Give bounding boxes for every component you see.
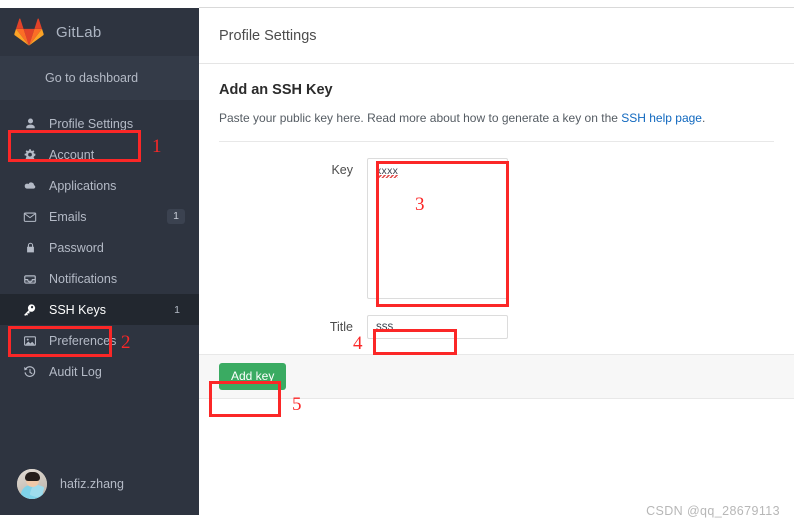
page-title: Profile Settings bbox=[219, 27, 317, 44]
sidebar-item-label: Account bbox=[49, 147, 95, 162]
section-description-text: Paste your public key here. Read more ab… bbox=[219, 111, 622, 125]
key-input-value: xxxx bbox=[376, 164, 399, 178]
brand-header[interactable]: GitLab bbox=[0, 8, 199, 56]
top-border-line bbox=[199, 7, 794, 8]
sidebar-item-password[interactable]: Password bbox=[0, 232, 199, 263]
sidebar-item-emails[interactable]: Emails 1 bbox=[0, 201, 199, 232]
user-icon bbox=[22, 116, 38, 132]
sidebar-item-label: Notifications bbox=[49, 271, 118, 286]
section-description: Paste your public key here. Read more ab… bbox=[219, 110, 774, 127]
sidebar-item-label: Password bbox=[49, 240, 104, 255]
key-label: Key bbox=[331, 162, 353, 177]
page-header: Profile Settings bbox=[199, 8, 794, 64]
add-key-button[interactable]: Add key bbox=[219, 362, 287, 391]
sidebar-item-preferences[interactable]: Preferences bbox=[0, 325, 199, 356]
sidebar-item-audit-log[interactable]: Audit Log bbox=[0, 356, 199, 387]
title-label: Title bbox=[329, 319, 353, 334]
inbox-icon bbox=[22, 271, 38, 287]
sidebar-item-label: Profile Settings bbox=[49, 116, 134, 131]
emails-count-badge: 1 bbox=[167, 209, 185, 224]
envelope-icon bbox=[22, 209, 38, 225]
ssh-keys-count: 1 bbox=[174, 303, 180, 316]
add-ssh-key-form: Key xxxx Title Add key bbox=[199, 142, 794, 399]
section-description-tail: . bbox=[701, 111, 706, 125]
sidebar: GitLab Go to dashboard Profile Settings … bbox=[0, 8, 199, 515]
sidebar-item-profile-settings[interactable]: Profile Settings bbox=[0, 108, 199, 139]
lock-icon bbox=[22, 240, 38, 256]
go-to-dashboard-label: Go to dashboard bbox=[45, 71, 139, 85]
sidebar-item-applications[interactable]: Applications bbox=[0, 170, 199, 201]
title-input[interactable] bbox=[367, 314, 508, 339]
section-title: Add an SSH Key bbox=[219, 82, 333, 98]
sidebar-item-notifications[interactable]: Notifications bbox=[0, 263, 199, 294]
sidebar-nav: Profile Settings Account Applications Em… bbox=[0, 100, 199, 387]
key-icon bbox=[22, 302, 38, 318]
go-to-dashboard-link[interactable]: Go to dashboard bbox=[0, 56, 199, 100]
app-window: GitLab Go to dashboard Profile Settings … bbox=[0, 0, 794, 524]
sidebar-item-label: SSH Keys bbox=[49, 302, 106, 317]
gear-icon bbox=[22, 147, 38, 163]
brand-name: GitLab bbox=[56, 23, 102, 41]
cloud-icon bbox=[22, 178, 38, 194]
content-body: Add an SSH Key Paste your public key her… bbox=[199, 64, 794, 399]
sidebar-item-ssh-keys[interactable]: SSH Keys 1 bbox=[0, 294, 199, 325]
sidebar-item-label: Applications bbox=[49, 178, 117, 193]
title-form-row: Title bbox=[219, 299, 774, 339]
sidebar-user-footer[interactable]: hafiz.zhang bbox=[0, 462, 199, 506]
watermark: CSDN @qq_28679113 bbox=[646, 504, 780, 518]
sidebar-item-label: Preferences bbox=[49, 333, 117, 348]
history-icon bbox=[22, 364, 38, 380]
sidebar-item-account[interactable]: Account bbox=[0, 139, 199, 170]
form-footer: Add key bbox=[199, 353, 794, 399]
avatar bbox=[17, 469, 47, 499]
sidebar-item-label: Audit Log bbox=[49, 364, 102, 379]
main-content: Profile Settings Add an SSH Key Paste yo… bbox=[199, 8, 794, 524]
sidebar-item-label: Emails bbox=[49, 209, 87, 224]
user-name: hafiz.zhang bbox=[60, 477, 124, 491]
ssh-help-page-link[interactable]: SSH help page bbox=[621, 111, 702, 125]
image-icon bbox=[22, 333, 38, 349]
key-input[interactable]: xxxx bbox=[367, 157, 508, 299]
key-form-row: Key xxxx bbox=[219, 142, 774, 299]
gitlab-tanuki-logo-icon bbox=[14, 18, 44, 46]
